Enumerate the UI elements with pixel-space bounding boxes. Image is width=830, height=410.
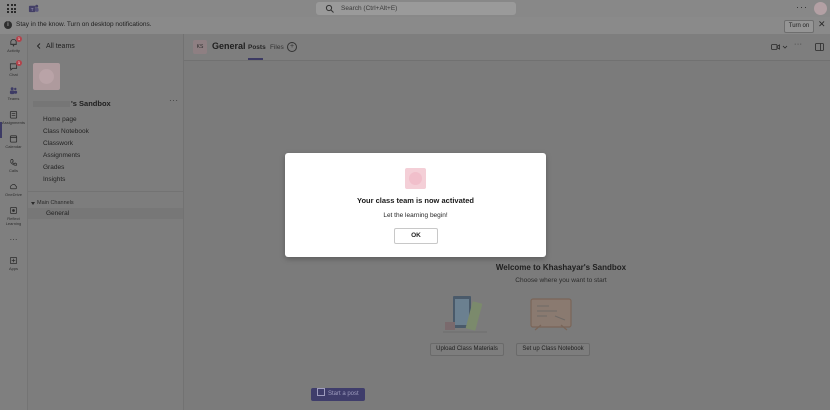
search-input[interactable]: Search (Ctrl+Alt+E) [341,5,397,12]
nav-assignments[interactable]: Assignments [43,152,80,159]
rail-label-chat: Chat [9,72,18,77]
user-avatar[interactable] [814,2,827,15]
nav-grades[interactable]: Grades [43,164,64,171]
rail-label-calendar: Calendar [5,144,22,149]
nav-class-notebook[interactable]: Class Notebook [43,128,89,135]
start-post-label: Start a post [328,391,359,397]
rail-label-assignments: Assignments [2,120,25,125]
team-image [405,168,426,189]
cloud-icon [9,184,18,190]
ok-button[interactable]: OK [394,228,438,244]
rail-label-calls: Calls [9,168,18,173]
all-teams-link[interactable]: All teams [35,42,75,50]
compose-icon [317,388,325,396]
rail-label-learning: Reflect Learning [5,216,22,226]
rail-label-activity: Activity [7,48,20,53]
set-up-class-notebook-button[interactable]: Set up Class Notebook [516,343,590,356]
notebook-illustration-icon [530,298,572,331]
channel-info-icon[interactable] [815,43,824,51]
all-teams-label: All teams [46,42,75,50]
rail-item-chat[interactable]: 1 Chat [0,60,27,84]
team-name-suffix: 's Sandbox [71,99,111,108]
start-post-button[interactable]: Start a post [311,388,365,401]
rail-item-learning[interactable]: Reflect Learning [0,206,27,228]
books-illustration-icon [443,296,487,333]
channel-header: KS General Posts Files + ··· [184,34,830,61]
tab-posts[interactable]: Posts [248,44,266,51]
chevron-down-icon [31,201,35,205]
app-launcher-icon[interactable] [7,4,16,13]
nav-classwork[interactable]: Classwork [43,140,73,147]
channel-avatar: KS [193,40,207,54]
activation-dialog: Your class team is now activated Let the… [285,153,546,257]
svg-text:T: T [31,7,34,12]
team-name: 's Sandbox [33,99,111,108]
more-options-icon[interactable]: ··· [796,2,808,12]
banner-message: Stay in the know. Turn on desktop notifi… [16,21,152,28]
teams-icon [9,87,18,95]
close-icon[interactable]: ✕ [818,19,826,30]
dialog-title: Your class team is now activated [357,196,474,205]
rail-item-activity[interactable]: 1 Activity [0,36,27,60]
search-icon [325,4,334,13]
apps-icon [9,256,18,265]
search-bar[interactable]: Search (Ctrl+Alt+E) [316,2,516,15]
welcome-subtitle: Choose where you want to start [515,277,607,284]
rail-item-calls[interactable]: Calls [0,158,27,180]
welcome-title: Welcome to Khashayar's Sandbox [495,263,627,272]
channel-title: General [212,41,246,51]
rail-label-onedrive: OneDrive [5,192,22,197]
team-more-options-icon[interactable]: ··· [169,96,179,105]
turn-on-button[interactable]: Turn on [784,20,814,33]
channels-heading-label: Main Channels [37,200,74,206]
more-apps-icon: ··· [9,235,18,244]
calendar-icon [9,135,18,143]
learning-icon [9,206,18,215]
rail-item-more[interactable]: ··· [0,234,27,256]
assignments-icon [9,110,18,119]
chevron-down-icon[interactable] [782,43,788,51]
title-bar: T Search (Ctrl+Alt+E) ··· [0,0,830,17]
info-icon: i [4,21,12,29]
teams-logo-icon: T [28,4,39,13]
chat-badge: 1 [16,60,22,66]
notification-banner: i Stay in the know. Turn on desktop noti… [0,17,830,35]
phone-icon [10,158,18,166]
channel-general[interactable]: General [46,210,69,217]
channels-heading[interactable]: Main Channels [31,200,74,206]
video-icon[interactable] [771,43,780,51]
rail-item-calendar[interactable]: Calendar [0,134,27,156]
nav-insights[interactable]: Insights [43,176,65,183]
more-options-icon[interactable]: ··· [794,41,803,48]
redacted-name [33,101,70,108]
upload-class-materials-button[interactable]: Upload Class Materials [430,343,504,356]
divider [28,191,183,192]
app-rail: 1 Activity 1 Chat Teams Assignments Cale… [0,34,28,410]
tab-files[interactable]: Files [270,44,284,51]
rail-item-assignments[interactable]: Assignments [0,110,27,132]
active-tab-indicator [248,58,263,60]
activity-badge: 1 [16,36,22,42]
rail-label-apps: Apps [8,266,19,271]
rail-item-teams[interactable]: Teams [0,86,27,108]
nav-home-page[interactable]: Home page [43,116,77,123]
team-panel: All teams 's Sandbox ··· Home page Class… [28,34,184,410]
team-image [33,63,60,90]
dialog-subtitle: Let the learning begin! [383,212,448,219]
rail-label-teams: Teams [7,96,20,101]
add-tab-icon[interactable]: + [287,42,297,52]
rail-item-onedrive[interactable]: OneDrive [0,182,27,204]
rail-item-apps[interactable]: Apps [0,256,27,278]
back-arrow-icon [36,43,41,49]
